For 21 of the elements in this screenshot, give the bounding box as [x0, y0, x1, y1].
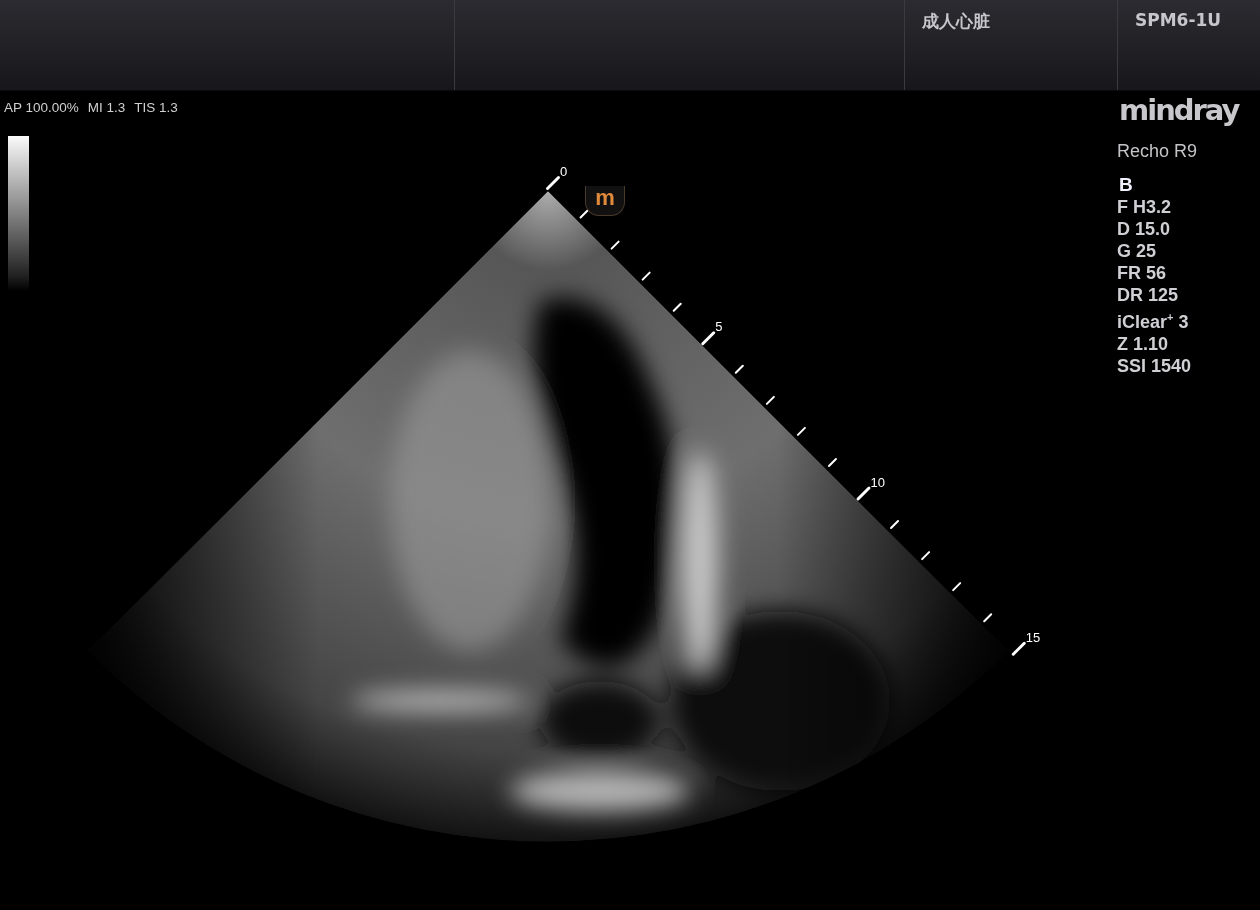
imaging-parameter: SSI 1540 — [1117, 355, 1193, 377]
orientation-marker: m — [585, 186, 625, 216]
depth-label: 10 — [870, 474, 885, 490]
probe-name[interactable]: SPM6-1U — [1135, 10, 1222, 30]
imaging-parameter: Z 1.10 — [1117, 333, 1170, 355]
depth-label: 15 — [1025, 629, 1041, 645]
imaging-mode: B — [1118, 174, 1134, 196]
depth-label: 0 — [560, 164, 568, 179]
brand-logo: mindray — [1119, 92, 1239, 129]
imaging-parameter: iClear$^{+}$ 3 — [1117, 310, 1190, 333]
acoustic-output-value: TIS 1.3 — [134, 100, 178, 115]
depth-label: 5 — [715, 319, 723, 335]
imaging-parameter: D 15.0 — [1117, 218, 1172, 240]
acoustic-output-value: AP 100.00% — [4, 100, 79, 115]
imaging-parameter: FR 56 — [1117, 262, 1168, 284]
exam-preset[interactable]: 成人心脏 — [922, 11, 990, 31]
imaging-parameter: DR 125 — [1117, 284, 1180, 306]
imaging-parameter: F H3.2 — [1117, 196, 1173, 218]
imaging-parameter: G 25 — [1117, 240, 1158, 262]
model-name: Recho R9 — [1117, 141, 1199, 162]
acoustic-output-value: MI 1.3 — [87, 100, 126, 115]
